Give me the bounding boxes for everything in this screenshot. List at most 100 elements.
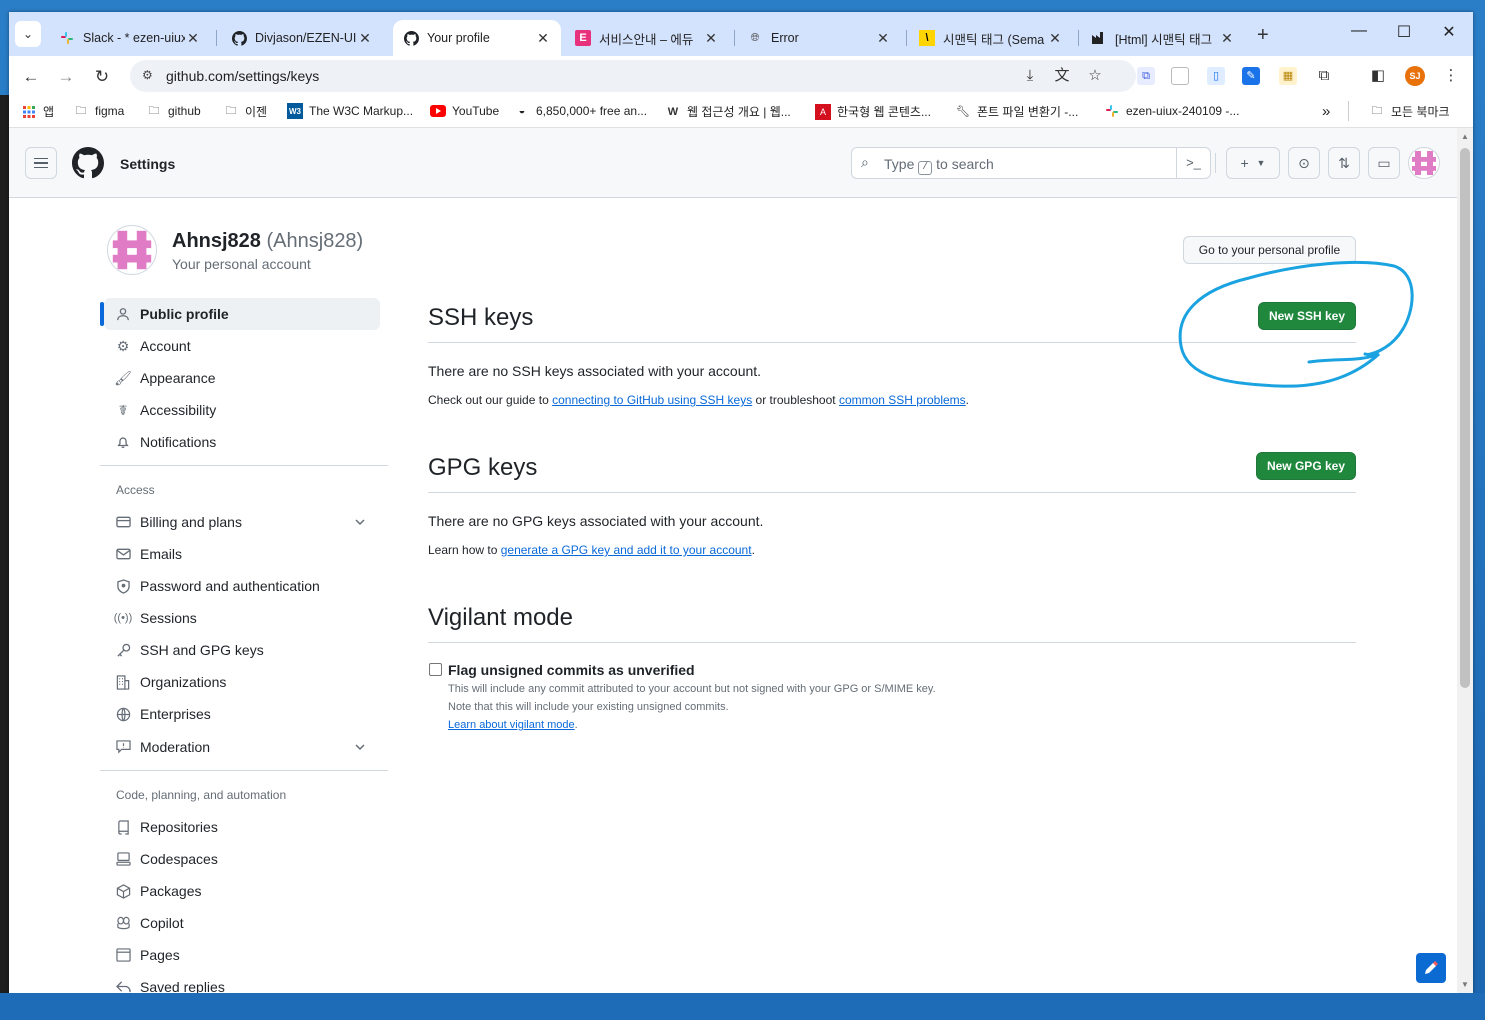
sidebar-item-notifications[interactable]: Notifications — [104, 426, 380, 458]
broadcast-icon: ((•)) — [113, 612, 133, 624]
sidebar-item-appearance[interactable]: 🖌︎ Appearance — [104, 362, 380, 394]
sidebar-item-accessibility[interactable]: ☤ Accessibility — [104, 394, 380, 426]
extension-icon[interactable]: ▯ — [1207, 67, 1225, 85]
sidebar-item-label: Enterprises — [140, 706, 211, 722]
go-to-profile-button[interactable]: Go to your personal profile — [1183, 236, 1356, 264]
close-icon[interactable]: ✕ — [357, 30, 373, 47]
issues-button[interactable]: ⊙ — [1288, 147, 1320, 179]
browser-tab[interactable]: E 서비스안내 – 에듀 ✕ — [565, 20, 729, 56]
browser-tab[interactable]: \ 시맨틱 태그 (Sema ✕ — [909, 20, 1073, 56]
sidebar-item-ssh-gpg[interactable]: SSH and GPG keys — [104, 634, 380, 666]
side-panel-icon[interactable]: ◧ — [1369, 67, 1387, 85]
device-icon[interactable] — [1171, 67, 1189, 85]
sidebar-item-codespaces[interactable]: Codespaces — [104, 843, 380, 875]
vigilant-mode-label[interactable]: Flag unsigned commits as unverified — [448, 662, 695, 678]
browser-tab[interactable]: Divjason/EZEN-UIUX ✕ — [221, 20, 383, 56]
bookmark[interactable]: ezen-uiux-240109 -... — [1104, 103, 1239, 119]
color-picker-extension-icon[interactable]: ✎ — [1242, 67, 1260, 85]
create-new-button[interactable]: + ▼ — [1226, 147, 1280, 179]
bookmark[interactable]: W3 The W3C Markup... — [287, 103, 413, 119]
vigilant-note: Note that this will include your existin… — [448, 701, 729, 713]
bookmark[interactable]: 🗀︎ figma — [73, 103, 125, 119]
translate-icon[interactable]: 文 — [1053, 67, 1071, 85]
scrollbar-thumb[interactable] — [1460, 148, 1470, 688]
sidebar-item-password-auth[interactable]: Password and authentication — [104, 570, 380, 602]
image-extension-icon[interactable]: ▦ — [1279, 67, 1297, 85]
tab-search-button[interactable]: ⌄ — [15, 21, 41, 47]
bookmark[interactable]: W 웹 접근성 개요 | 웹... — [665, 103, 791, 120]
menu-button[interactable] — [25, 147, 57, 179]
avatar[interactable] — [1408, 147, 1440, 179]
search-input[interactable]: ⌕ Type / to search >_ — [851, 147, 1211, 179]
all-bookmarks[interactable]: 🗀︎ 모든 북마크 — [1369, 103, 1450, 120]
scroll-down-icon[interactable]: ▼ — [1461, 980, 1469, 989]
browser-tab[interactable]: 🌐︎ Error ✕ — [737, 20, 901, 56]
maximize-button[interactable]: ☐ — [1389, 22, 1419, 42]
new-gpg-key-button[interactable]: New GPG key — [1256, 452, 1356, 480]
gpg-learn-link[interactable]: generate a GPG key and add it to your ac… — [501, 543, 752, 557]
command-palette-icon[interactable]: >_ — [1176, 148, 1210, 178]
sidebar-item-repositories[interactable]: Repositories — [104, 811, 380, 843]
page-title[interactable]: Settings — [120, 156, 175, 172]
sidebar-item-copilot[interactable]: Copilot — [104, 907, 380, 939]
sidebar-item-billing[interactable]: Billing and plans — [104, 506, 380, 538]
bookmark[interactable]: 앱 — [21, 103, 54, 120]
browser-tab-active[interactable]: Your profile ✕ — [393, 20, 561, 56]
ssh-empty-message: There are no SSH keys associated with yo… — [428, 363, 762, 379]
new-tab-button[interactable]: + — [1257, 24, 1269, 47]
sidebar-item-account[interactable]: ⚙ Account — [104, 330, 380, 362]
bookmark[interactable]: 🔧︎ 폰트 파일 변환기 -... — [955, 103, 1078, 120]
ssh-problems-link[interactable]: common SSH problems — [839, 393, 966, 407]
page-scrollbar[interactable]: ▲ ▼ — [1457, 128, 1473, 993]
profile-avatar-large[interactable] — [107, 225, 157, 275]
sidebar-item-public-profile[interactable]: Public profile — [100, 298, 380, 330]
globe-icon: 🌐︎ — [750, 31, 760, 44]
browser-tab[interactable]: [Html] 시맨틱 태그 ✕ — [1081, 20, 1245, 56]
profile-avatar[interactable]: SJ — [1405, 66, 1425, 86]
address-bar[interactable]: ⚙ github.com/settings/keys ⤓ 文 ☆ — [130, 60, 1136, 92]
new-ssh-key-button[interactable]: New SSH key — [1258, 302, 1356, 330]
close-window-button[interactable]: ✕ — [1434, 22, 1464, 42]
close-icon[interactable]: ✕ — [1219, 30, 1235, 47]
sidebar-item-sessions[interactable]: ((•)) Sessions — [104, 602, 380, 634]
profile-name[interactable]: Ahnsj828 (Ahnsj828) — [172, 230, 363, 253]
ssh-guide-link[interactable]: connecting to GitHub using SSH keys — [552, 393, 752, 407]
sidebar-item-pages[interactable]: Pages — [104, 939, 380, 971]
sidebar-item-label: Saved replies — [140, 979, 225, 993]
sidebar-item-moderation[interactable]: Moderation — [104, 731, 380, 763]
sidebar-item-saved-replies[interactable]: Saved replies — [104, 971, 380, 993]
site-info-icon[interactable]: ⚙ — [142, 68, 158, 84]
pull-requests-button[interactable]: ⇅ — [1328, 147, 1360, 179]
sidebar-item-emails[interactable]: Emails — [104, 538, 380, 570]
bookmark[interactable]: 🗀︎ 이젠 — [223, 103, 268, 120]
install-app-icon[interactable]: ⤓ — [1021, 67, 1039, 85]
close-icon[interactable]: ✕ — [1047, 30, 1063, 47]
minimize-button[interactable]: — — [1344, 22, 1374, 40]
close-icon[interactable]: ✕ — [703, 30, 719, 47]
bookmark[interactable]: YouTube — [430, 103, 499, 119]
reload-button[interactable]: ↻ — [90, 65, 114, 89]
github-logo-icon[interactable] — [72, 147, 104, 179]
sidebar-item-packages[interactable]: Packages — [104, 875, 380, 907]
forward-button[interactable]: → — [54, 65, 78, 89]
bookmark[interactable]: A 한국형 웹 콘텐츠... — [815, 103, 931, 120]
vigilant-learn-link[interactable]: Learn about vigilant mode — [448, 719, 575, 731]
close-icon[interactable]: ✕ — [535, 30, 551, 47]
puzzle-icon[interactable]: ⧉ — [1315, 67, 1333, 85]
extension-icon[interactable]: ⧉ — [1137, 67, 1155, 85]
bookmarks-overflow-button[interactable]: » — [1322, 103, 1330, 120]
inbox-button[interactable]: ▭ — [1368, 147, 1400, 179]
scroll-up-icon[interactable]: ▲ — [1461, 132, 1469, 141]
vigilant-mode-checkbox[interactable] — [429, 663, 442, 676]
color-picker-floating-button[interactable] — [1416, 953, 1446, 983]
close-icon[interactable]: ✕ — [875, 30, 891, 47]
sidebar-item-organizations[interactable]: Organizations — [104, 666, 380, 698]
bookmark[interactable]: ◒ 6,850,000+ free an... — [514, 103, 647, 119]
close-icon[interactable]: ✕ — [185, 30, 201, 47]
back-button[interactable]: ← — [19, 65, 43, 89]
bookmark[interactable]: 🗀︎ github — [146, 103, 201, 119]
sidebar-item-enterprises[interactable]: Enterprises — [104, 698, 380, 730]
more-menu-icon[interactable]: ⋮ — [1442, 67, 1460, 85]
browser-tab[interactable]: Slack - * ezen-uiux ✕ — [49, 20, 211, 56]
bookmark-star-icon[interactable]: ☆ — [1086, 67, 1104, 85]
